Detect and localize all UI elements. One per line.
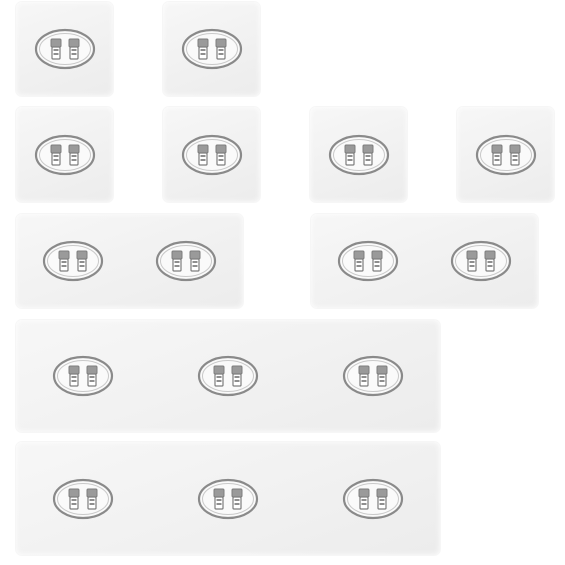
product-photo — [0, 0, 565, 565]
hook-icon — [450, 239, 512, 283]
adhesive-pad-single — [163, 107, 260, 202]
adhesive-pad-single — [457, 107, 554, 202]
hook-icon — [342, 354, 404, 398]
hook-icon — [197, 354, 259, 398]
hook-icon — [475, 133, 537, 177]
hook-icon — [181, 27, 243, 71]
adhesive-pad-single — [163, 2, 260, 96]
hook-icon — [155, 239, 217, 283]
hook-icon — [34, 27, 96, 71]
adhesive-pad-single — [310, 107, 407, 202]
hook-icon — [52, 477, 114, 521]
adhesive-pad-double — [311, 214, 538, 308]
adhesive-pad-triple — [16, 320, 440, 432]
hook-icon — [42, 239, 104, 283]
hook-icon — [337, 239, 399, 283]
hook-icon — [34, 133, 96, 177]
adhesive-pad-triple — [16, 442, 440, 555]
adhesive-pad-single — [16, 2, 113, 96]
hook-icon — [328, 133, 390, 177]
hook-icon — [181, 133, 243, 177]
hook-icon — [52, 354, 114, 398]
hook-icon — [197, 477, 259, 521]
adhesive-pad-single — [16, 107, 113, 202]
adhesive-pad-double — [16, 214, 243, 308]
hook-icon — [342, 477, 404, 521]
